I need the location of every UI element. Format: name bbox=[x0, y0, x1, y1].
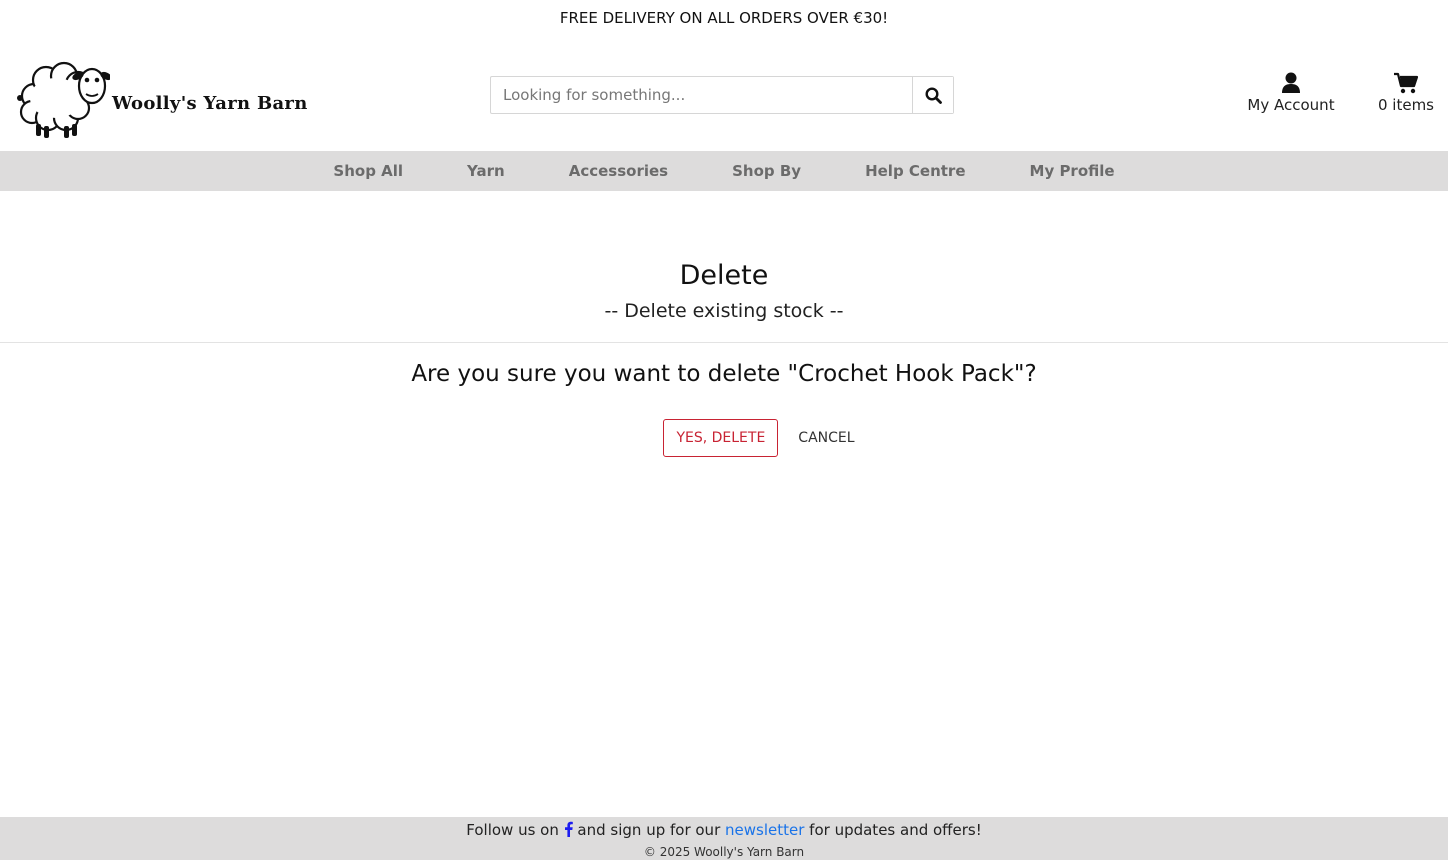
sheep-logo-icon bbox=[17, 61, 110, 138]
confirm-actions: YES, DELETE CANCEL bbox=[0, 419, 1448, 457]
cart-icon bbox=[1394, 72, 1418, 94]
nav-item-yarn[interactable]: Yarn bbox=[435, 162, 537, 180]
footer-follow-suffix: for updates and offers! bbox=[809, 821, 982, 839]
footer-follow-line: Follow us on and sign up for our newslet… bbox=[0, 817, 1448, 844]
page-heading: Delete -- Delete existing stock -- bbox=[0, 256, 1448, 326]
facebook-icon bbox=[564, 821, 573, 837]
nav-item-shop-all[interactable]: Shop All bbox=[301, 162, 435, 180]
cancel-button[interactable]: CANCEL bbox=[794, 419, 858, 457]
my-account-link[interactable]: My Account bbox=[1238, 70, 1344, 114]
nav-item-accessories[interactable]: Accessories bbox=[537, 162, 700, 180]
search-button[interactable] bbox=[912, 77, 953, 113]
newsletter-link[interactable]: newsletter bbox=[725, 821, 804, 839]
cart-count-label: 0 items bbox=[1377, 96, 1434, 114]
cart-link[interactable]: 0 items bbox=[1370, 70, 1442, 114]
nav-item-shop-by[interactable]: Shop By bbox=[700, 162, 833, 180]
copyright-text: © 2025 Woolly's Yarn Barn bbox=[643, 845, 805, 859]
main-nav: Shop All Yarn Accessories Shop By Help C… bbox=[0, 151, 1448, 191]
footer-follow-middle: and sign up for our bbox=[577, 821, 721, 839]
search-input[interactable] bbox=[491, 77, 912, 113]
section-divider bbox=[0, 342, 1448, 343]
footer-follow-prefix: Follow us on bbox=[466, 821, 559, 839]
facebook-link[interactable] bbox=[564, 820, 573, 844]
logo-text: Woolly's Yarn Barn bbox=[112, 92, 308, 114]
confirm-delete-button[interactable]: YES, DELETE bbox=[663, 419, 779, 457]
search-icon bbox=[924, 86, 942, 104]
my-account-label: My Account bbox=[1247, 96, 1335, 114]
delete-confirmation-text: Are you sure you want to delete "Crochet… bbox=[411, 361, 1037, 387]
search-bar bbox=[490, 76, 954, 114]
promo-banner: FREE DELIVERY ON ALL ORDERS OVER €30! bbox=[559, 9, 889, 27]
user-icon bbox=[1282, 72, 1300, 93]
page-title: Delete bbox=[679, 260, 769, 291]
nav-item-help-centre[interactable]: Help Centre bbox=[833, 162, 997, 180]
site-footer: Follow us on and sign up for our newslet… bbox=[0, 817, 1448, 860]
site-logo[interactable]: Woolly's Yarn Barn bbox=[14, 56, 334, 140]
page-subtitle: -- Delete existing stock -- bbox=[604, 300, 844, 322]
nav-item-my-profile[interactable]: My Profile bbox=[998, 162, 1147, 180]
